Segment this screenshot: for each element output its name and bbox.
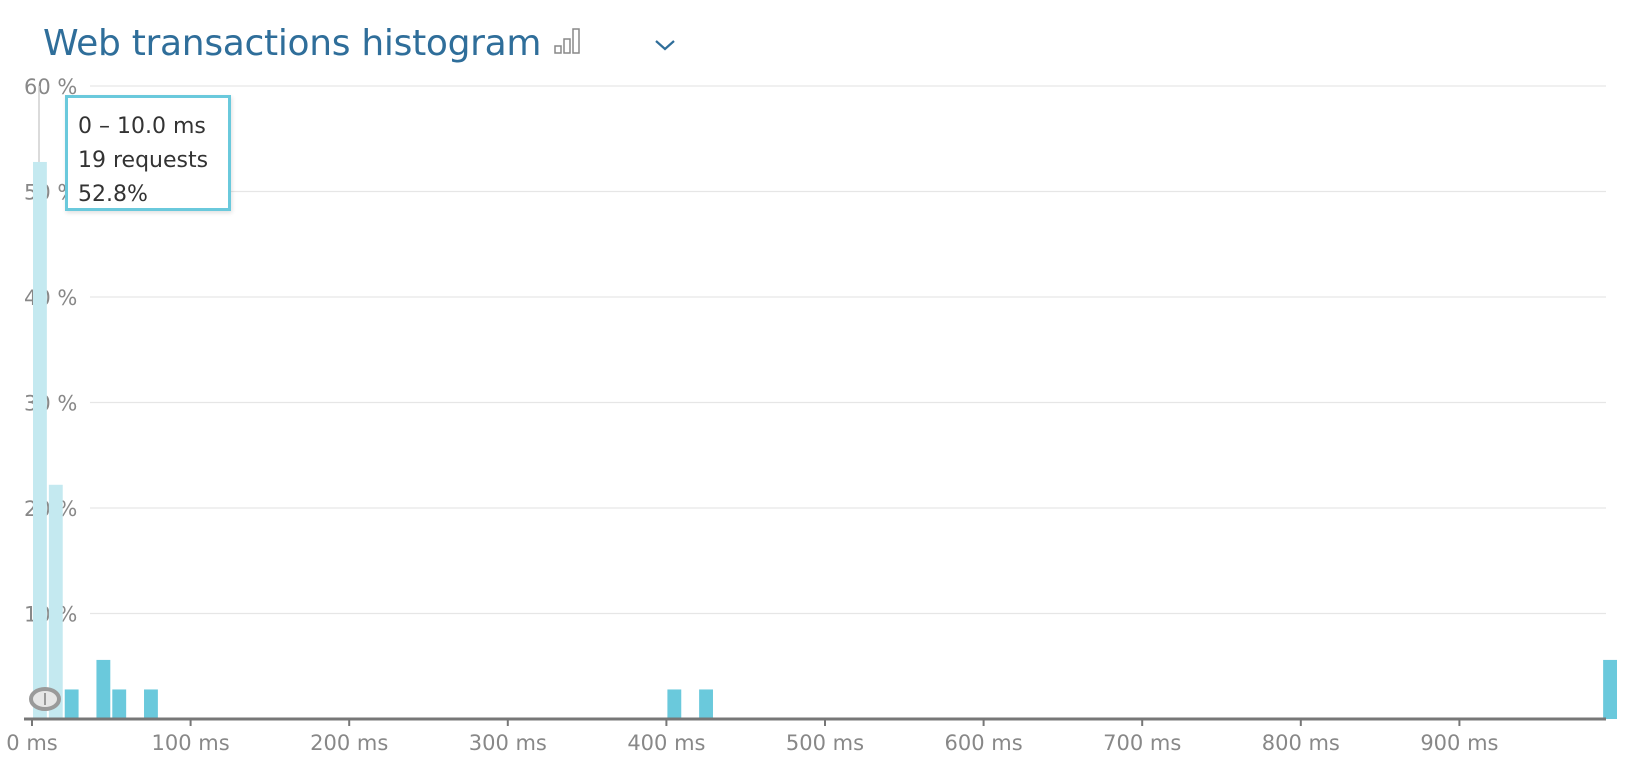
- tooltip-requests: 19 requests: [78, 148, 209, 173]
- histogram-bar: [48, 484, 63, 719]
- histogram-bar: [112, 689, 127, 719]
- x-tick-label: 600 ms: [945, 731, 1023, 755]
- x-tick-label: 0 ms: [6, 731, 57, 755]
- x-tick-label: 700 ms: [1103, 731, 1181, 755]
- x-tick-label: 800 ms: [1262, 731, 1340, 755]
- x-tick-label: 900 ms: [1420, 731, 1498, 755]
- x-tick-label: 100 ms: [152, 731, 230, 755]
- y-tick-label: 40 %: [24, 286, 77, 310]
- bar-chart-icon: [554, 28, 580, 54]
- y-tick-label: 30 %: [24, 392, 77, 416]
- chart-type-button[interactable]: [552, 26, 588, 58]
- histogram-bar: [1603, 659, 1617, 719]
- chart-title: Web transactions histogram: [43, 22, 542, 64]
- histogram-bar: [667, 689, 682, 719]
- histogram-bar: [144, 689, 158, 719]
- histogram-bar: [699, 689, 713, 719]
- bar-tooltip: 0 – 10.0 ms 19 requests 52.8%: [65, 95, 231, 211]
- x-tick-label: 500 ms: [786, 731, 864, 755]
- tooltip-percent: 52.8%: [78, 182, 148, 207]
- histogram-bar: [96, 659, 111, 719]
- x-tick-label: 400 ms: [627, 731, 705, 755]
- x-tick-label: 300 ms: [469, 731, 547, 755]
- x-tick-label: 200 ms: [310, 731, 388, 755]
- histogram-bar: [33, 161, 47, 719]
- tooltip-range: 0 – 10.0 ms: [78, 114, 206, 139]
- histogram-bar: [64, 689, 79, 719]
- chart-header: Web transactions histogram: [43, 18, 541, 68]
- chart-options-dropdown[interactable]: [651, 34, 679, 56]
- chevron-down-icon: [655, 40, 675, 51]
- histogram-chart: 10 %20 %30 %40 %50 %60 %0 ms100 ms200 ms…: [6, 75, 1617, 755]
